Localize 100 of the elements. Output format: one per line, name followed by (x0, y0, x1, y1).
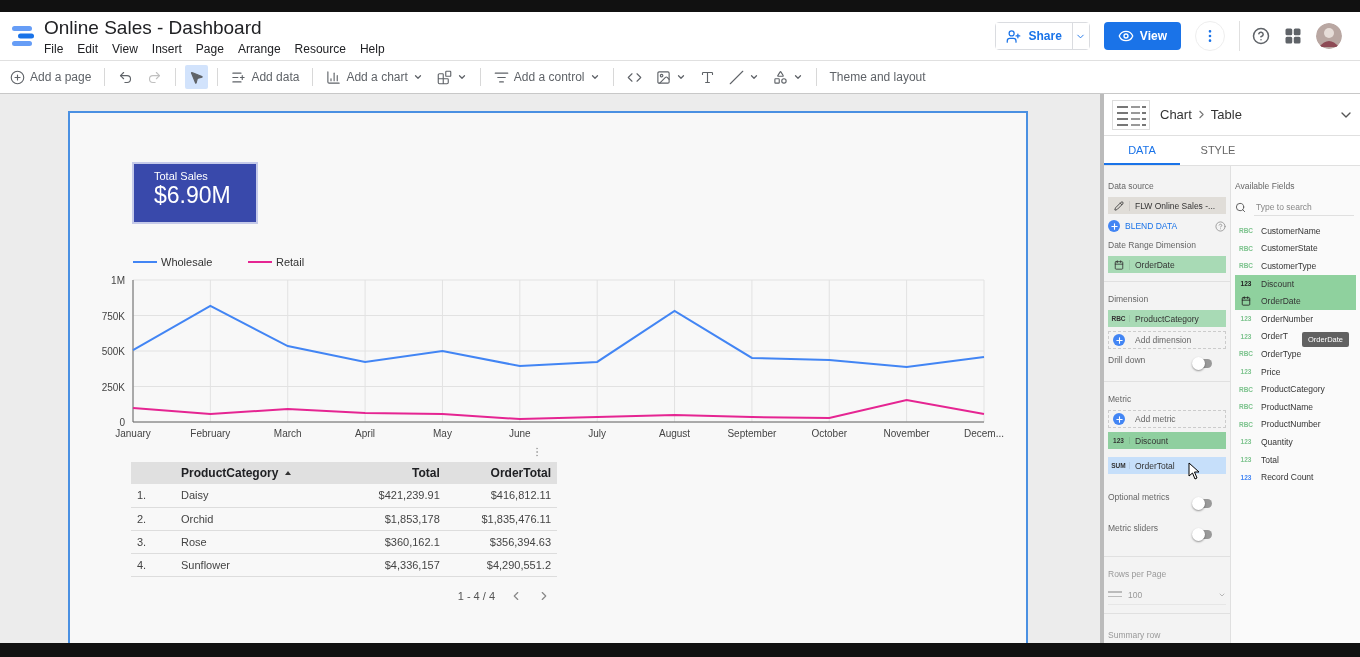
row-number: 2. (131, 507, 175, 530)
add-data-icon (231, 69, 247, 85)
blend-data-link[interactable]: BLEND DATA (1125, 221, 1210, 231)
toggle-label: Metric sliders (1108, 523, 1159, 533)
add-metric-button[interactable]: Add metric (1108, 410, 1226, 428)
toolbar-button[interactable]: Theme and layout (825, 65, 930, 89)
pencil-icon (1113, 200, 1124, 211)
pointer-icon (189, 69, 205, 85)
apps-icon (1284, 27, 1302, 45)
view-button[interactable]: View (1103, 22, 1181, 50)
axis-label: April (355, 428, 376, 439)
table-cell: Orchid (175, 507, 346, 530)
menu-item[interactable]: File (44, 41, 64, 56)
help-button[interactable] (1252, 27, 1270, 45)
undo-icon (118, 69, 134, 85)
table-thumbnail-icon (1112, 99, 1150, 130)
apps-button[interactable] (1284, 27, 1302, 45)
row-number: 3. (131, 530, 175, 553)
axis-label: 500K (101, 346, 125, 357)
menu-item[interactable]: Page (195, 41, 224, 56)
table-cell: $1,853,178 (346, 507, 446, 530)
search-field[interactable]: Type to search (1254, 199, 1354, 216)
table-cell: $360,162.1 (346, 530, 446, 553)
toggle-switch[interactable] (1194, 530, 1212, 539)
field-item[interactable]: OrderDate (1235, 292, 1356, 310)
avatar[interactable] (1316, 23, 1342, 49)
table-cell: $356,394.63 (445, 530, 557, 553)
menu-item[interactable]: Arrange (237, 41, 281, 56)
cursor-icon (1188, 462, 1202, 480)
logo-icon (10, 23, 36, 49)
section-label: Date Range Dimension (1108, 240, 1196, 250)
row-number: 4. (131, 553, 175, 576)
menu-item[interactable]: Insert (151, 41, 182, 56)
table-cell: $421,239.91 (346, 484, 446, 507)
table-cell: $4,290,551.2 (445, 553, 557, 576)
section-label: Summary row (1108, 630, 1161, 640)
report-title: Online Sales - Dashboard (44, 16, 263, 39)
rows-icon (1108, 589, 1122, 600)
field-chip[interactable]: OrderDate (1108, 256, 1226, 273)
section-label: Available Fields (1235, 181, 1295, 191)
axis-label: 0 (119, 417, 125, 428)
share-button[interactable]: Share (995, 23, 1073, 49)
toggle-switch[interactable] (1194, 358, 1212, 368)
axis-label: January (115, 428, 151, 439)
add-dimension-button[interactable]: Add dimension (1108, 331, 1226, 349)
line-icon (728, 69, 744, 85)
column-header[interactable]: Total (346, 462, 446, 484)
axis-label: November (883, 428, 930, 439)
text-icon (699, 69, 715, 85)
scorecard-label: Total Sales (154, 170, 209, 182)
table-cell: $416,812.11 (445, 484, 557, 507)
panel-tab[interactable]: STYLE (1180, 136, 1256, 165)
column-header[interactable]: ProductCategory (175, 462, 346, 484)
table-cell: Rose (175, 530, 346, 553)
breadcrumb-item: Table (1210, 107, 1242, 122)
menu-item[interactable]: Resource (294, 41, 346, 56)
toolbar-button[interactable]: Add a control (489, 65, 604, 89)
toolbar-button[interactable]: Add a chart (322, 65, 427, 89)
axis-label: March (273, 428, 302, 439)
menu-item[interactable]: View (112, 41, 138, 56)
table-cell: $4,336,157 (346, 553, 446, 576)
scorecard-value: $6.90M (154, 182, 232, 208)
axis-label: August (659, 428, 691, 439)
menu-item[interactable]: Help (359, 41, 385, 56)
toggle-label: Optional metrics (1108, 492, 1170, 502)
data-source-chip[interactable]: FLW Online Sales -... (1108, 197, 1226, 214)
image-icon (655, 69, 671, 85)
table-cell: Daisy (175, 484, 346, 507)
eye-icon (1117, 28, 1134, 44)
help-icon (1215, 220, 1226, 232)
section-label: Rows per Page (1108, 569, 1167, 579)
column-header[interactable]: OrderTotal (445, 462, 557, 484)
calendar-icon (1113, 259, 1124, 270)
calendar-icon (1241, 296, 1251, 307)
shapes-icon (772, 69, 788, 85)
table-cell: $1,835,476.11 (445, 507, 557, 530)
toolbar-button[interactable]: Add a page (6, 65, 96, 89)
toolbar-button[interactable] (185, 65, 209, 89)
toolbar-button[interactable]: Add data (227, 65, 304, 89)
legend-label: Retail (276, 256, 305, 268)
axis-label: October (811, 428, 848, 439)
section-label: Dimension (1108, 294, 1149, 304)
add-person-icon (1005, 28, 1021, 44)
page-range: 1 - 4 / 4 (457, 589, 495, 602)
section-label: Metric (1108, 394, 1132, 404)
axis-label: June (508, 428, 531, 439)
axis-label: 250K (101, 381, 125, 393)
menu-item[interactable]: Edit (77, 41, 99, 56)
legend-label: Wholesale (161, 256, 213, 268)
section-label: Data source (1108, 181, 1154, 191)
axis-label: May (433, 428, 452, 439)
axis-label: September (727, 428, 777, 439)
toggle-label: Drill down (1108, 355, 1146, 365)
row-number: 1. (131, 484, 175, 507)
axis-label: Decem... (964, 428, 1004, 439)
redo-icon (147, 69, 163, 85)
toggle-switch[interactable] (1194, 499, 1212, 508)
add-icon (1113, 334, 1125, 346)
filter-icon (493, 69, 509, 85)
axis-label: February (190, 428, 231, 439)
